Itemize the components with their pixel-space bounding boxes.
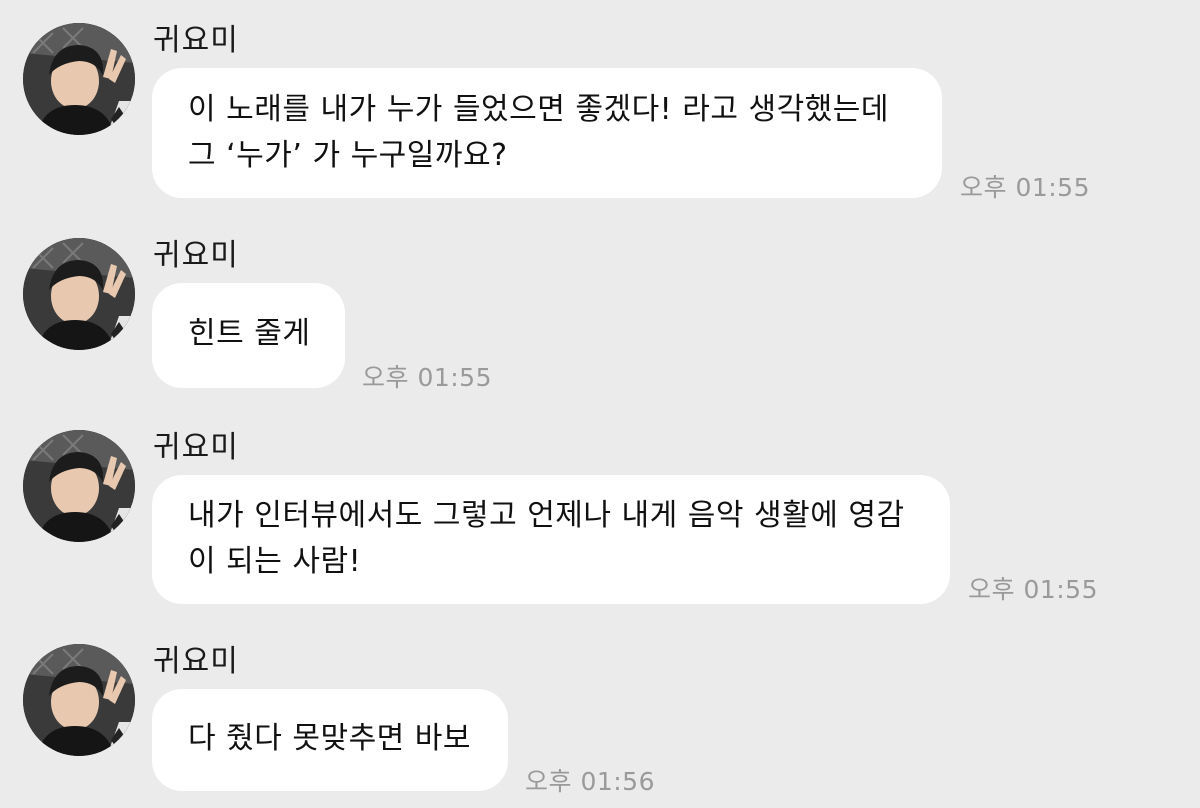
sender-name: 귀요미 bbox=[153, 238, 239, 273]
message-timestamp: 오후 01:56 bbox=[525, 767, 655, 796]
avatar[interactable] bbox=[23, 430, 135, 542]
sender-name: 귀요미 bbox=[153, 644, 239, 679]
message-bubble[interactable]: 다 줬다 못맞추면 바보 bbox=[152, 689, 508, 791]
avatar[interactable] bbox=[23, 238, 135, 350]
avatar[interactable] bbox=[23, 644, 135, 756]
message-bubble[interactable]: 이 노래를 내가 누가 들었으면 좋겠다! 라고 생각했는데 그 ‘누가’ 가 … bbox=[152, 68, 942, 198]
profile-photo-icon bbox=[23, 644, 135, 756]
message-text: 그 ‘누가’ 가 누구일까요? bbox=[188, 138, 508, 173]
sender-name: 귀요미 bbox=[153, 430, 239, 465]
profile-photo-icon bbox=[23, 238, 135, 350]
message-text: 이 되는 사람! bbox=[188, 544, 362, 579]
profile-photo-icon bbox=[23, 23, 135, 135]
sender-name: 귀요미 bbox=[153, 23, 239, 58]
message-text: 이 노래를 내가 누가 들었으면 좋겠다! 라고 생각했는데 bbox=[188, 92, 889, 127]
message-text: 다 줬다 못맞추면 바보 bbox=[188, 721, 472, 756]
message-bubble[interactable]: 내가 인터뷰에서도 그렇고 언제나 내게 음악 생활에 영감 이 되는 사람! bbox=[152, 475, 950, 604]
message-timestamp: 오후 01:55 bbox=[362, 363, 492, 392]
message-text: 힌트 줄게 bbox=[188, 316, 311, 351]
avatar[interactable] bbox=[23, 23, 135, 135]
message-timestamp: 오후 01:55 bbox=[960, 173, 1090, 202]
message-bubble[interactable]: 힌트 줄게 bbox=[152, 283, 345, 388]
message-timestamp: 오후 01:55 bbox=[968, 575, 1098, 604]
profile-photo-icon bbox=[23, 430, 135, 542]
message-text: 내가 인터뷰에서도 그렇고 언제나 내게 음악 생활에 영감 bbox=[188, 498, 905, 533]
